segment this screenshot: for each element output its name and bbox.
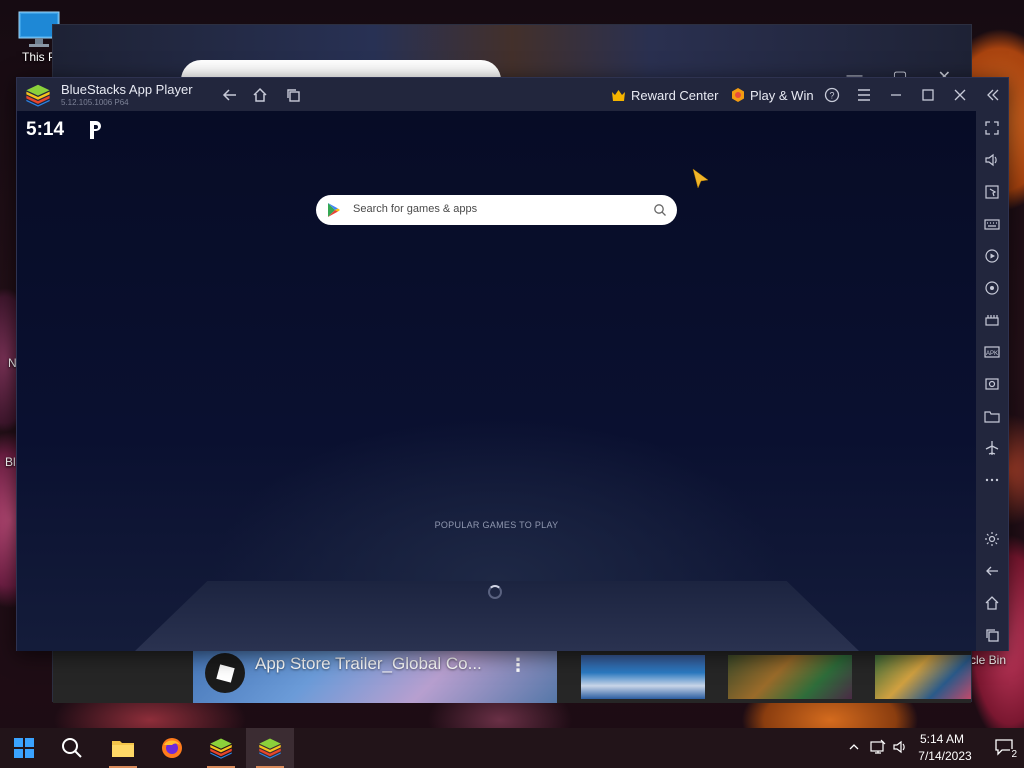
- fullscreen-icon[interactable]: [983, 119, 1001, 137]
- video-thumbnail[interactable]: [581, 655, 705, 699]
- search-placeholder: Search for games & apps: [353, 203, 478, 215]
- video-thumbnail[interactable]: [728, 655, 852, 699]
- popular-games-heading: POPULAR GAMES TO PLAY: [434, 520, 559, 530]
- chevron-up-icon[interactable]: [848, 741, 860, 753]
- taskbar-file-explorer[interactable]: [99, 728, 147, 768]
- more-options-icon[interactable]: ⋮: [509, 655, 527, 676]
- video-thumbnail[interactable]: [875, 655, 971, 699]
- multi-instance-icon[interactable]: [983, 311, 1001, 329]
- rotate-icon[interactable]: [983, 279, 1001, 297]
- side-toolbar: APK: [976, 111, 1008, 651]
- airplane-mode-icon[interactable]: [983, 439, 1001, 457]
- app-version: 5.12.105.1006 P64: [61, 98, 129, 107]
- svg-text:APK: APK: [986, 351, 998, 357]
- taskbar-firefox[interactable]: [148, 728, 196, 768]
- taskbar: 5:14 AM 7/14/2023 2: [0, 728, 1024, 768]
- system-date[interactable]: 7/14/2023: [913, 749, 977, 763]
- play-and-win-button[interactable]: Play & Win: [731, 83, 814, 107]
- search-bar[interactable]: Search for games & apps: [316, 195, 677, 225]
- title-bar[interactable]: BlueStacks App Player 5.12.105.1006 P64 …: [17, 78, 1008, 111]
- desktop-partial-label-bl: Bl: [5, 455, 16, 469]
- notification-center-button[interactable]: 2: [994, 738, 1018, 760]
- android-back-icon[interactable]: [983, 562, 1001, 580]
- minimize-icon[interactable]: [885, 84, 907, 106]
- reward-center-label: Reward Center: [631, 87, 719, 103]
- back-arrow-icon[interactable]: [219, 84, 241, 106]
- google-play-icon: [328, 203, 340, 217]
- folder-icon: [112, 741, 134, 757]
- crown-icon: [612, 89, 625, 101]
- folder-icon[interactable]: [983, 407, 1001, 425]
- firefox-icon: [162, 738, 182, 758]
- screenshot-icon[interactable]: [983, 375, 1001, 393]
- volume-icon[interactable]: [983, 151, 1001, 169]
- system-tray: 5:14 AM 7/14/2023 2: [824, 728, 1024, 768]
- pointer-icon[interactable]: [983, 183, 1001, 201]
- recent-apps-icon[interactable]: [282, 84, 304, 106]
- desktop-icon-label: This P: [21, 50, 56, 64]
- play-win-badge-icon: [732, 88, 744, 102]
- play-and-win-label: Play & Win: [750, 87, 814, 103]
- more-options-icon[interactable]: [983, 471, 1001, 489]
- mouse-cursor-icon: [692, 168, 709, 189]
- roblox-avatar-icon: [205, 653, 245, 693]
- notification-p-icon: [90, 121, 101, 139]
- menu-icon[interactable]: [853, 84, 875, 106]
- desktop-wallpaper: This P N Bl cle Bin — ▢ ✕ App Store Trai…: [0, 0, 1024, 728]
- svg-text:?: ?: [829, 91, 834, 101]
- bluestacks-window[interactable]: BlueStacks App Player 5.12.105.1006 P64 …: [16, 77, 1009, 651]
- android-recents-icon[interactable]: [983, 626, 1001, 644]
- close-icon[interactable]: [949, 84, 971, 106]
- macro-recorder-icon[interactable]: [983, 247, 1001, 265]
- window-title: BlueStacks App Player: [61, 82, 193, 97]
- windows-logo-icon: [14, 738, 34, 758]
- loading-spinner-icon: [488, 585, 502, 599]
- taskbar-bluestacks[interactable]: [197, 728, 245, 768]
- android-screen[interactable]: 5:14 Search for games & apps POPULAR GAM…: [17, 111, 976, 651]
- android-home-icon[interactable]: [983, 594, 1001, 612]
- android-clock: 5:14: [26, 119, 65, 140]
- video-title: App Store Trailer_Global Co...: [255, 654, 482, 673]
- help-icon[interactable]: ?: [821, 84, 843, 106]
- network-icon[interactable]: [870, 739, 886, 755]
- search-button[interactable]: [48, 728, 96, 768]
- speaker-icon[interactable]: [892, 739, 908, 755]
- start-button[interactable]: [0, 728, 48, 768]
- desktop-partial-label-recycle-bin[interactable]: cle Bin: [970, 653, 1006, 667]
- video-tile[interactable]: App Store Trailer_Global Co... ⋮: [193, 651, 557, 703]
- search-icon: [62, 738, 82, 758]
- keyboard-icon[interactable]: [983, 215, 1001, 233]
- bluestacks-logo-icon: [259, 738, 281, 759]
- home-icon[interactable]: [249, 84, 271, 106]
- search-icon[interactable]: [653, 203, 667, 217]
- taskbar-bluestacks-player[interactable]: [246, 728, 294, 768]
- background-video-strip: App Store Trailer_Global Co... ⋮: [53, 651, 971, 703]
- notification-count-badge: 2: [1010, 749, 1018, 760]
- maximize-icon[interactable]: [917, 84, 939, 106]
- settings-gear-icon[interactable]: [983, 530, 1001, 548]
- reward-center-button[interactable]: Reward Center: [611, 83, 718, 107]
- bluestacks-logo-icon: [26, 84, 50, 107]
- install-apk-icon[interactable]: APK: [983, 343, 1001, 361]
- collapse-sidebar-icon[interactable]: [982, 84, 1004, 106]
- system-time[interactable]: 5:14 AM: [912, 732, 972, 746]
- bluestacks-logo-icon: [210, 738, 232, 759]
